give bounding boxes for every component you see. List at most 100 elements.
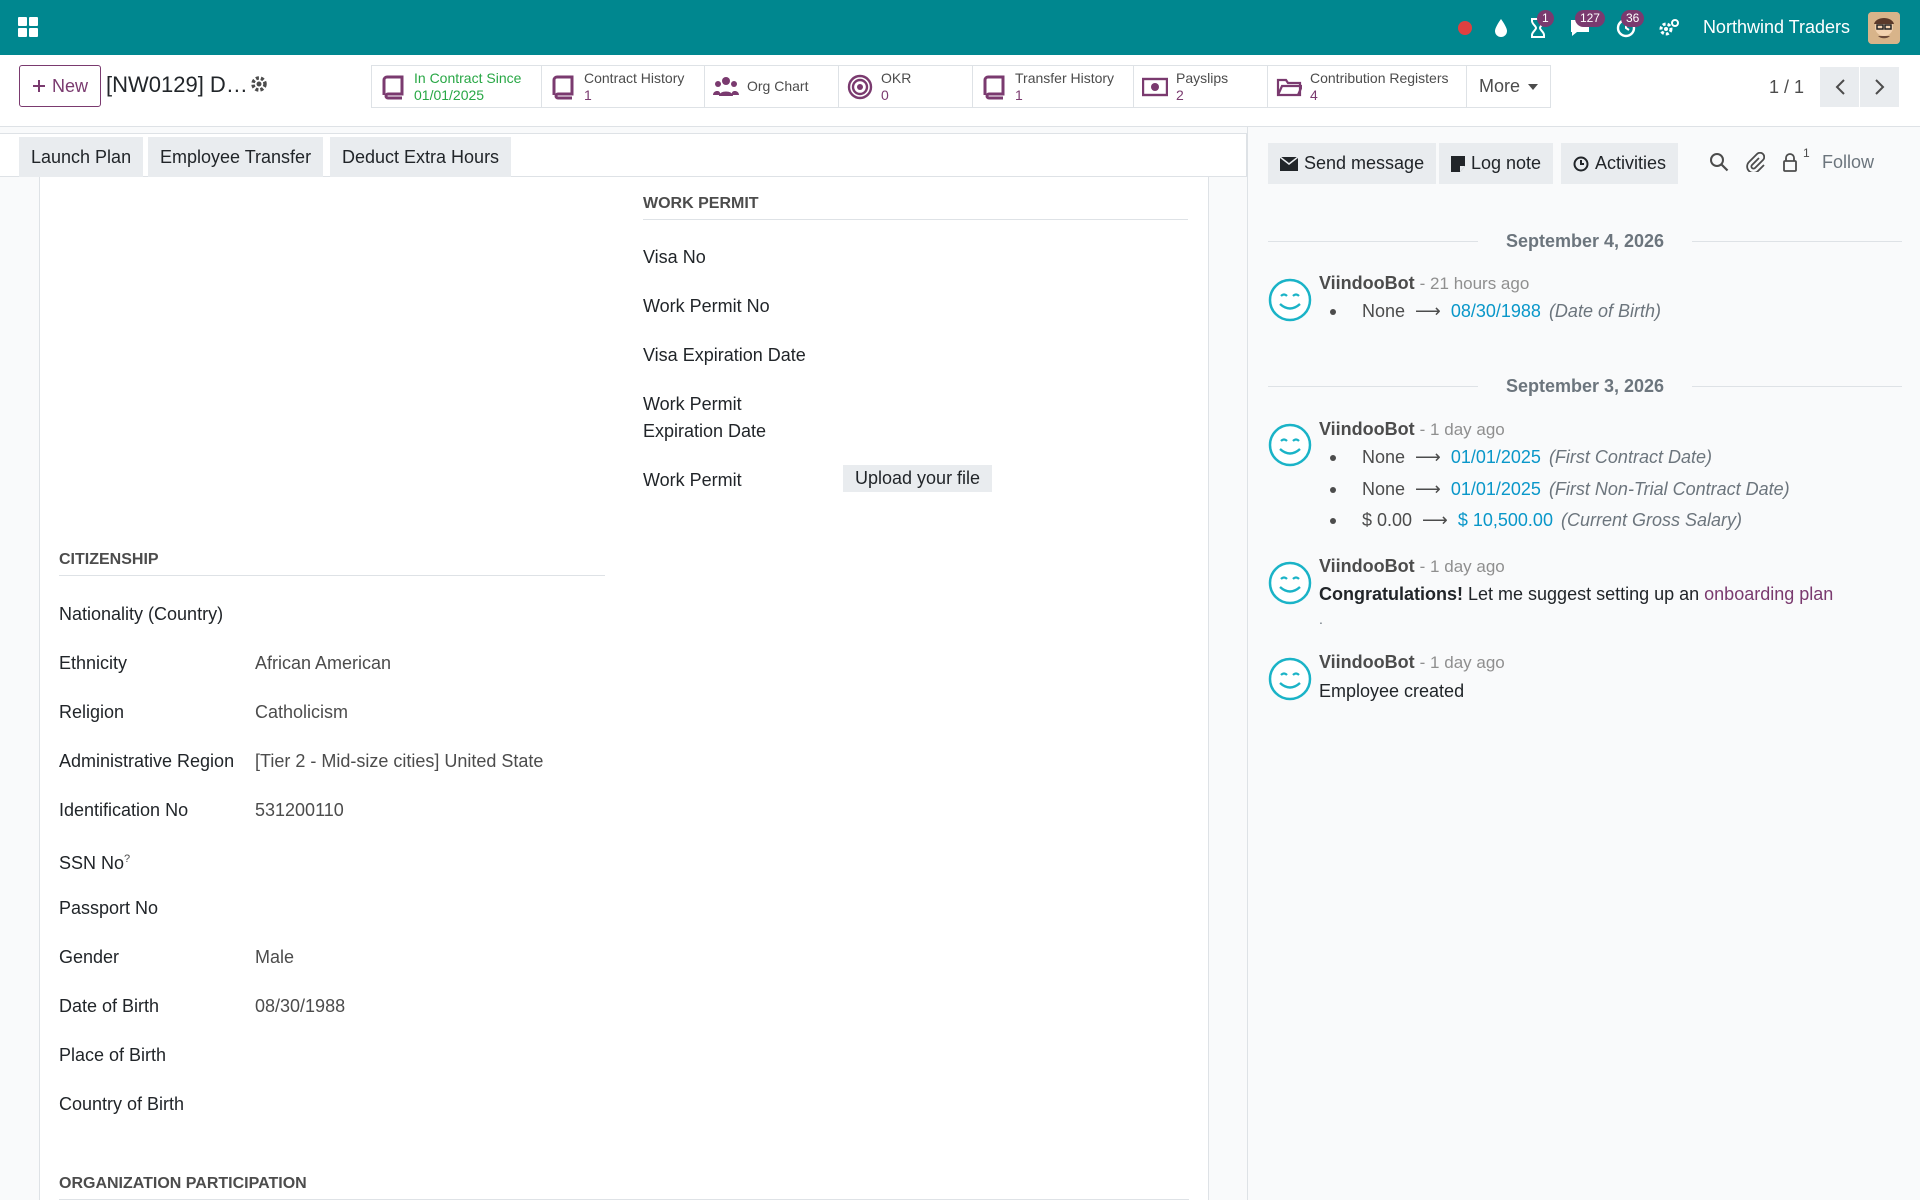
long-arrow-right-icon: ⟶ — [1415, 479, 1441, 499]
smart-button-payslips[interactable]: Payslips 2 — [1134, 65, 1268, 108]
activity-badge: 1 — [1536, 10, 1554, 27]
smart-button-value: 01/01/2025 — [414, 86, 485, 103]
followers-count: 1 — [1803, 146, 1810, 160]
smart-button-more[interactable]: More — [1467, 65, 1552, 108]
date-separator: September 3, 2026 — [1268, 376, 1902, 396]
bot-avatar-icon[interactable] — [1268, 423, 1312, 467]
money-icon — [1142, 77, 1168, 96]
upload-file-button[interactable]: Upload your file — [843, 465, 993, 492]
date-of-birth-label: Date of Birth — [59, 996, 160, 1016]
onboarding-plan-link[interactable]: onboarding plan — [1704, 584, 1833, 604]
activity-hourglass-icon[interactable]: 1 — [1519, 0, 1557, 55]
chevron-right-icon — [1874, 79, 1884, 95]
smart-buttons: In Contract Since 01/01/2025 Contract His… — [371, 65, 1552, 108]
place-of-birth-label: Place of Birth — [59, 1045, 167, 1065]
paperclip-icon[interactable] — [1745, 152, 1765, 172]
ssn-help-tooltip[interactable]: ? — [124, 853, 130, 865]
tracking-field-name: (Current Gross Salary) — [1560, 510, 1742, 530]
bot-avatar-icon[interactable] — [1268, 278, 1312, 322]
message-author[interactable]: ViindooBot — [1319, 556, 1415, 576]
smart-button-value: 1 — [1015, 86, 1023, 103]
deduct-extra-hours-button[interactable]: Deduct Extra Hours — [330, 137, 512, 177]
message-date: - 1 day ago — [1419, 557, 1505, 576]
envelope-icon — [1280, 156, 1298, 171]
send-message-button[interactable]: Send message — [1268, 143, 1437, 184]
date-separator-label: September 3, 2026 — [1505, 375, 1665, 396]
bot-avatar-icon[interactable] — [1268, 657, 1312, 701]
pager-previous-button[interactable] — [1820, 67, 1860, 107]
smart-button-okr[interactable]: OKR 0 — [839, 65, 973, 108]
activities-button[interactable]: Activities — [1561, 143, 1679, 184]
apps-menu-icon[interactable] — [18, 17, 38, 37]
gear-icon[interactable] — [250, 75, 268, 93]
tracking-new-value: $ 10,500.00 — [1457, 510, 1553, 530]
smart-button-contract-history[interactable]: Contract History 1 — [542, 65, 705, 108]
ethnicity-value[interactable]: African American — [255, 650, 391, 677]
smart-button-org-chart[interactable]: Org Chart — [705, 65, 839, 108]
gender-value[interactable]: Male — [255, 944, 294, 971]
visa-expiration-label: Visa Expiration Date — [643, 345, 806, 365]
tracking-old-value: $ 0.00 — [1362, 510, 1413, 530]
employee-transfer-button[interactable]: Employee Transfer — [148, 137, 324, 177]
bot-avatar-icon[interactable] — [1268, 561, 1312, 605]
folder-icon — [1276, 78, 1302, 96]
country-of-birth-label: Country of Birth — [59, 1094, 185, 1114]
tracking-old-value: None — [1362, 301, 1406, 321]
tracking-new-value: 01/01/2025 — [1450, 447, 1541, 467]
launch-plan-button[interactable]: Launch Plan — [19, 137, 144, 177]
message-body: Congratulations! Let me suggest setting … — [1319, 584, 1833, 605]
clock-icon — [1573, 156, 1589, 171]
record-icon[interactable] — [1447, 0, 1483, 55]
religion-value[interactable]: Catholicism — [255, 699, 348, 726]
smart-button-label: Contract History — [584, 69, 685, 86]
region-label: Administrative Region — [59, 751, 235, 771]
pager-next-button[interactable] — [1860, 67, 1900, 107]
congrats-bold: Congratulations! — [1319, 584, 1463, 604]
work-permit-title: WORK PERMIT — [643, 195, 1188, 220]
permit-expiration-label-line2: Expiration Date — [643, 421, 767, 441]
tracking-field-name: (Date of Birth) — [1548, 301, 1661, 321]
record-title: [NW0129] D… — [106, 72, 248, 97]
tracking-old-value: None — [1362, 447, 1406, 467]
date-separator-label: September 4, 2026 — [1505, 230, 1665, 251]
identification-no-value[interactable]: 531200110 — [255, 797, 344, 824]
messages-icon[interactable]: 127 — [1557, 0, 1605, 55]
settings-gears-icon[interactable] — [1649, 0, 1689, 55]
clock-icon[interactable]: 36 — [1603, 0, 1649, 55]
smart-button-contribution-registers[interactable]: Contribution Registers 4 — [1268, 65, 1467, 108]
more-label: More — [1479, 76, 1521, 96]
chevron-left-icon — [1835, 79, 1845, 95]
work-permit-label: Work Permit — [643, 470, 742, 490]
region-value[interactable]: [Tier 2 - Mid-size cities] United State — [255, 748, 543, 775]
smart-button-value: 2 — [1176, 86, 1184, 103]
religion-label: Religion — [59, 702, 125, 722]
new-button[interactable]: New — [19, 65, 101, 107]
follow-button[interactable]: Follow — [1822, 152, 1874, 173]
identification-no-label: Identification No — [59, 800, 189, 820]
book-icon — [382, 75, 404, 99]
pager-value[interactable]: 1 / 1 — [1769, 77, 1804, 98]
gender-label: Gender — [59, 947, 120, 967]
tracking-new-value: 08/30/1988 — [1450, 301, 1541, 321]
note-icon — [1451, 155, 1465, 172]
messages-badge: 127 — [1574, 10, 1605, 27]
caret-down-icon — [1528, 83, 1539, 90]
drop-icon[interactable] — [1483, 0, 1519, 55]
smart-button-transfer-history[interactable]: Transfer History 1 — [973, 65, 1134, 108]
ethnicity-label: Ethnicity — [59, 653, 128, 673]
smart-button-value: 0 — [881, 86, 889, 103]
company-switcher[interactable]: Northwind Traders — [1703, 17, 1850, 38]
date-of-birth-value[interactable]: 08/30/1988 — [255, 993, 345, 1020]
date-separator: September 4, 2026 — [1268, 231, 1902, 251]
message-author[interactable]: ViindooBot — [1319, 273, 1415, 293]
smart-button-label: Contribution Registers — [1310, 69, 1449, 86]
smart-button-value: 4 — [1310, 86, 1318, 103]
user-avatar[interactable] — [1868, 11, 1900, 44]
log-note-button[interactable]: Log note — [1439, 143, 1554, 184]
plus-icon — [32, 80, 45, 92]
lock-icon[interactable] — [1780, 152, 1800, 172]
search-icon[interactable] — [1709, 152, 1729, 172]
message-author[interactable]: ViindooBot — [1319, 419, 1415, 439]
message-author[interactable]: ViindooBot — [1319, 652, 1415, 672]
smart-button-in-contract-since[interactable]: In Contract Since 01/01/2025 — [371, 65, 542, 108]
